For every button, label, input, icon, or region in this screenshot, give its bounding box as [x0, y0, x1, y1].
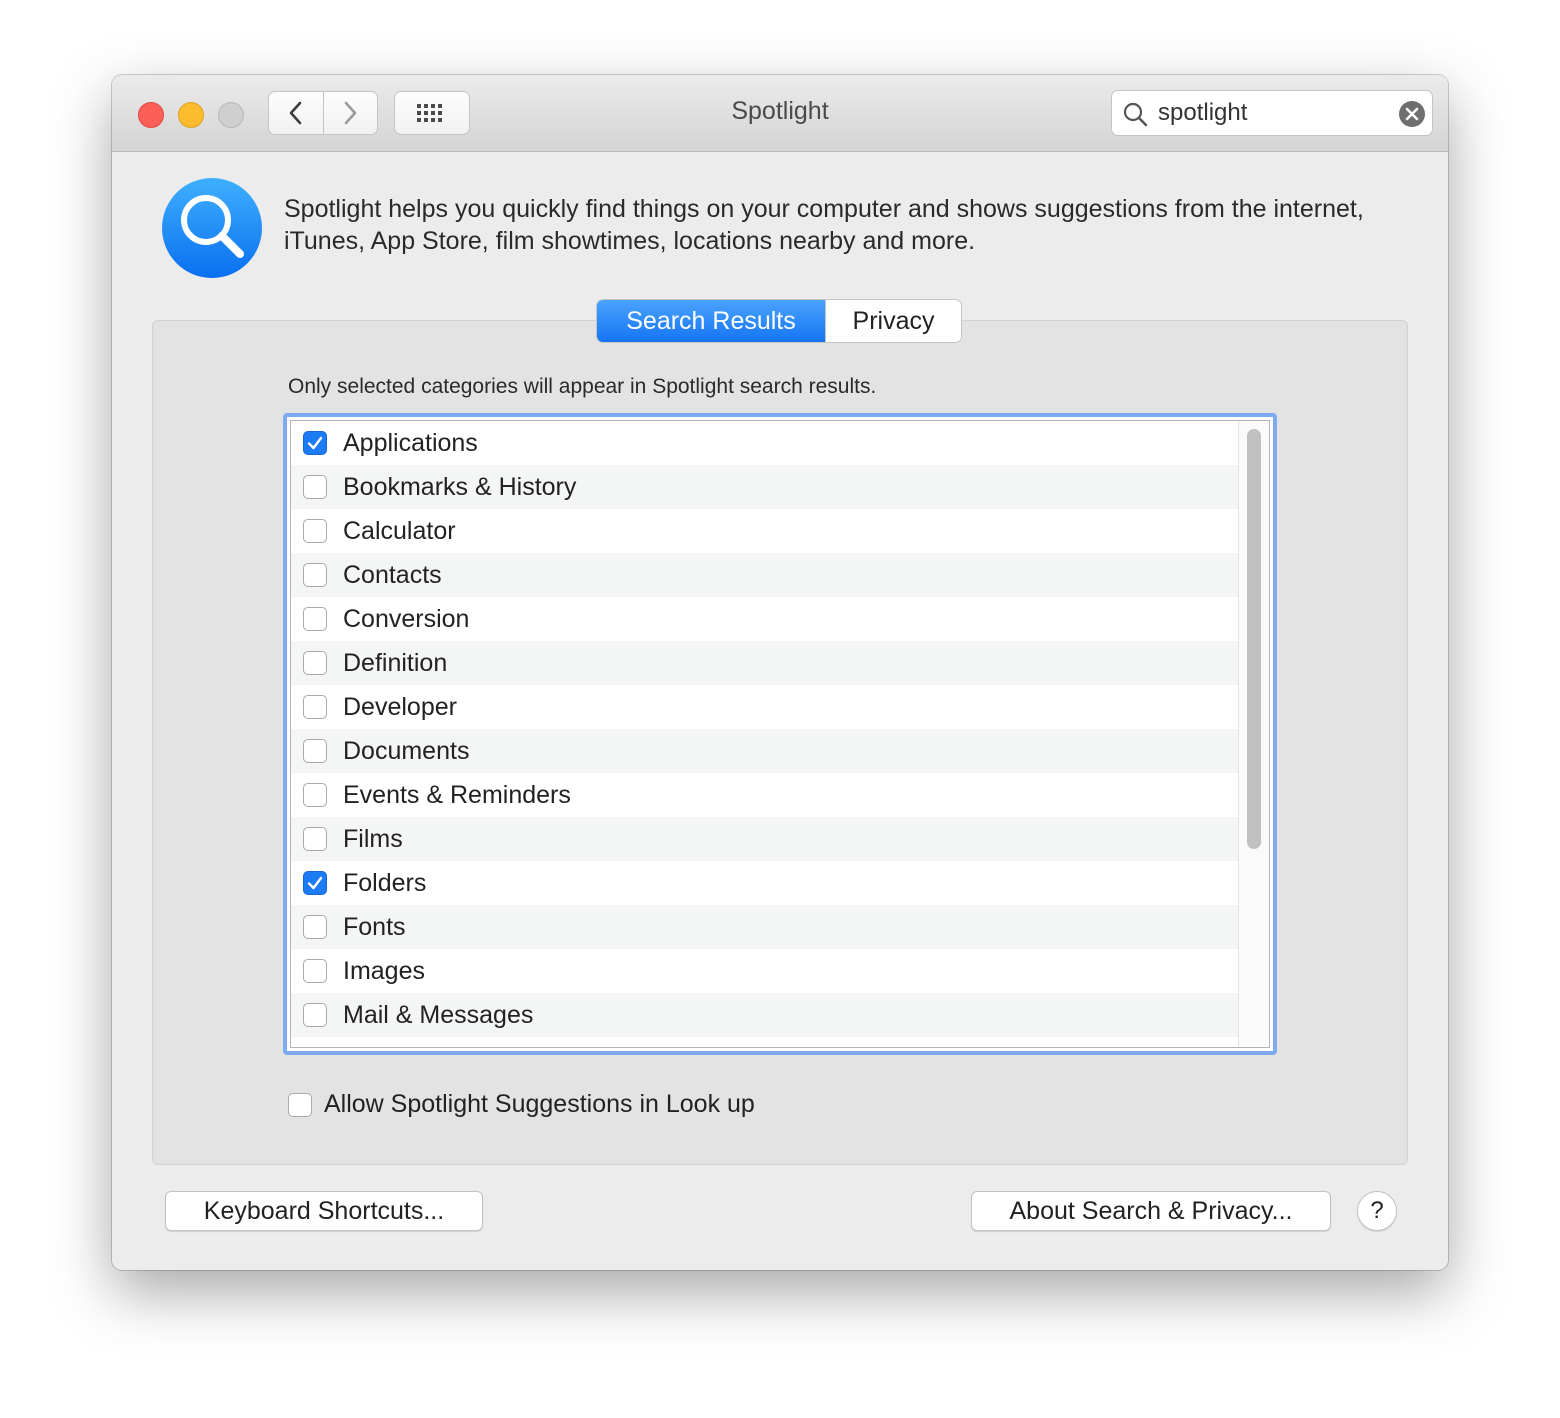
list-item[interactable]: Films — [291, 817, 1241, 861]
list-item[interactable]: Music — [291, 1037, 1241, 1048]
clear-search-icon[interactable] — [1398, 100, 1426, 133]
list-item[interactable]: Fonts — [291, 905, 1241, 949]
tab-privacy[interactable]: Privacy — [825, 300, 961, 342]
scrollbar[interactable] — [1238, 421, 1269, 1047]
spotlight-description: Spotlight helps you quickly find things … — [284, 195, 1364, 255]
categories-list[interactable]: Applications Bookmarks & History Calculato… — [283, 413, 1277, 1055]
category-rows: Applications Bookmarks & History Calculato… — [291, 421, 1241, 1048]
list-item[interactable]: Definition — [291, 641, 1241, 685]
category-label: Definition — [343, 648, 448, 677]
category-checkbox[interactable] — [303, 475, 327, 499]
keyboard-shortcuts-button[interactable]: Keyboard Shortcuts... — [165, 1191, 483, 1231]
category-label: Images — [343, 956, 425, 985]
category-label: Applications — [343, 428, 478, 457]
category-label: Mail & Messages — [343, 1000, 534, 1029]
category-label: Calculator — [343, 516, 456, 545]
category-label: Folders — [343, 868, 427, 897]
list-item[interactable]: Calculator — [291, 509, 1241, 553]
checkmark-icon — [307, 436, 323, 450]
list-item[interactable]: Images — [291, 949, 1241, 993]
list-item[interactable]: Documents — [291, 729, 1241, 773]
checkmark-icon — [307, 876, 323, 890]
category-label: Events & Reminders — [343, 780, 571, 809]
category-checkbox[interactable] — [303, 959, 327, 983]
categories-hint: Only selected categories will appear in … — [288, 375, 877, 398]
search-icon — [1122, 101, 1148, 132]
category-checkbox[interactable] — [303, 1003, 327, 1027]
category-checkbox[interactable] — [303, 1047, 327, 1048]
category-label: Fonts — [343, 912, 406, 941]
category-checkbox[interactable] — [303, 563, 327, 587]
category-checkbox[interactable] — [303, 431, 327, 455]
list-item[interactable]: Conversion — [291, 597, 1241, 641]
category-label: Conversion — [343, 604, 470, 633]
category-label: Music — [343, 1045, 408, 1048]
category-checkbox[interactable] — [303, 915, 327, 939]
category-checkbox[interactable] — [303, 695, 327, 719]
category-label: Bookmarks & History — [343, 472, 577, 501]
list-item[interactable]: Developer — [291, 685, 1241, 729]
category-label: Films — [343, 824, 403, 853]
category-checkbox[interactable] — [303, 827, 327, 851]
allow-suggestions-checkbox[interactable] — [288, 1092, 312, 1117]
preferences-window: Spotlight Spotlight helps you quickly f — [112, 75, 1448, 1270]
allow-suggestions-option[interactable]: Allow Spotlight Suggestions in Look up — [288, 1090, 755, 1119]
tab-search-results[interactable]: Search Results — [597, 300, 825, 342]
category-checkbox[interactable] — [303, 651, 327, 675]
list-item[interactable]: Applications — [291, 421, 1241, 465]
titlebar: Spotlight — [112, 75, 1448, 152]
category-checkbox[interactable] — [303, 519, 327, 543]
spotlight-app-icon — [160, 176, 264, 285]
list-item[interactable]: Mail & Messages — [291, 993, 1241, 1037]
list-item[interactable]: Bookmarks & History — [291, 465, 1241, 509]
list-item[interactable]: Events & Reminders — [291, 773, 1241, 817]
list-item[interactable]: Contacts — [291, 553, 1241, 597]
search-input[interactable] — [1158, 97, 1388, 129]
category-label: Contacts — [343, 560, 442, 589]
category-checkbox[interactable] — [303, 783, 327, 807]
about-search-privacy-button[interactable]: About Search & Privacy... — [971, 1191, 1331, 1231]
tab-bar: Search Results Privacy — [597, 300, 961, 342]
category-checkbox[interactable] — [303, 739, 327, 763]
list-item[interactable]: Folders — [291, 861, 1241, 905]
category-checkbox[interactable] — [303, 871, 327, 895]
scrollbar-thumb[interactable] — [1247, 429, 1261, 849]
allow-suggestions-label: Allow Spotlight Suggestions in Look up — [324, 1090, 755, 1118]
help-button[interactable]: ? — [1357, 1191, 1397, 1231]
search-field[interactable] — [1111, 90, 1433, 136]
category-label: Developer — [343, 692, 457, 721]
category-checkbox[interactable] — [303, 607, 327, 631]
category-label: Documents — [343, 736, 470, 765]
